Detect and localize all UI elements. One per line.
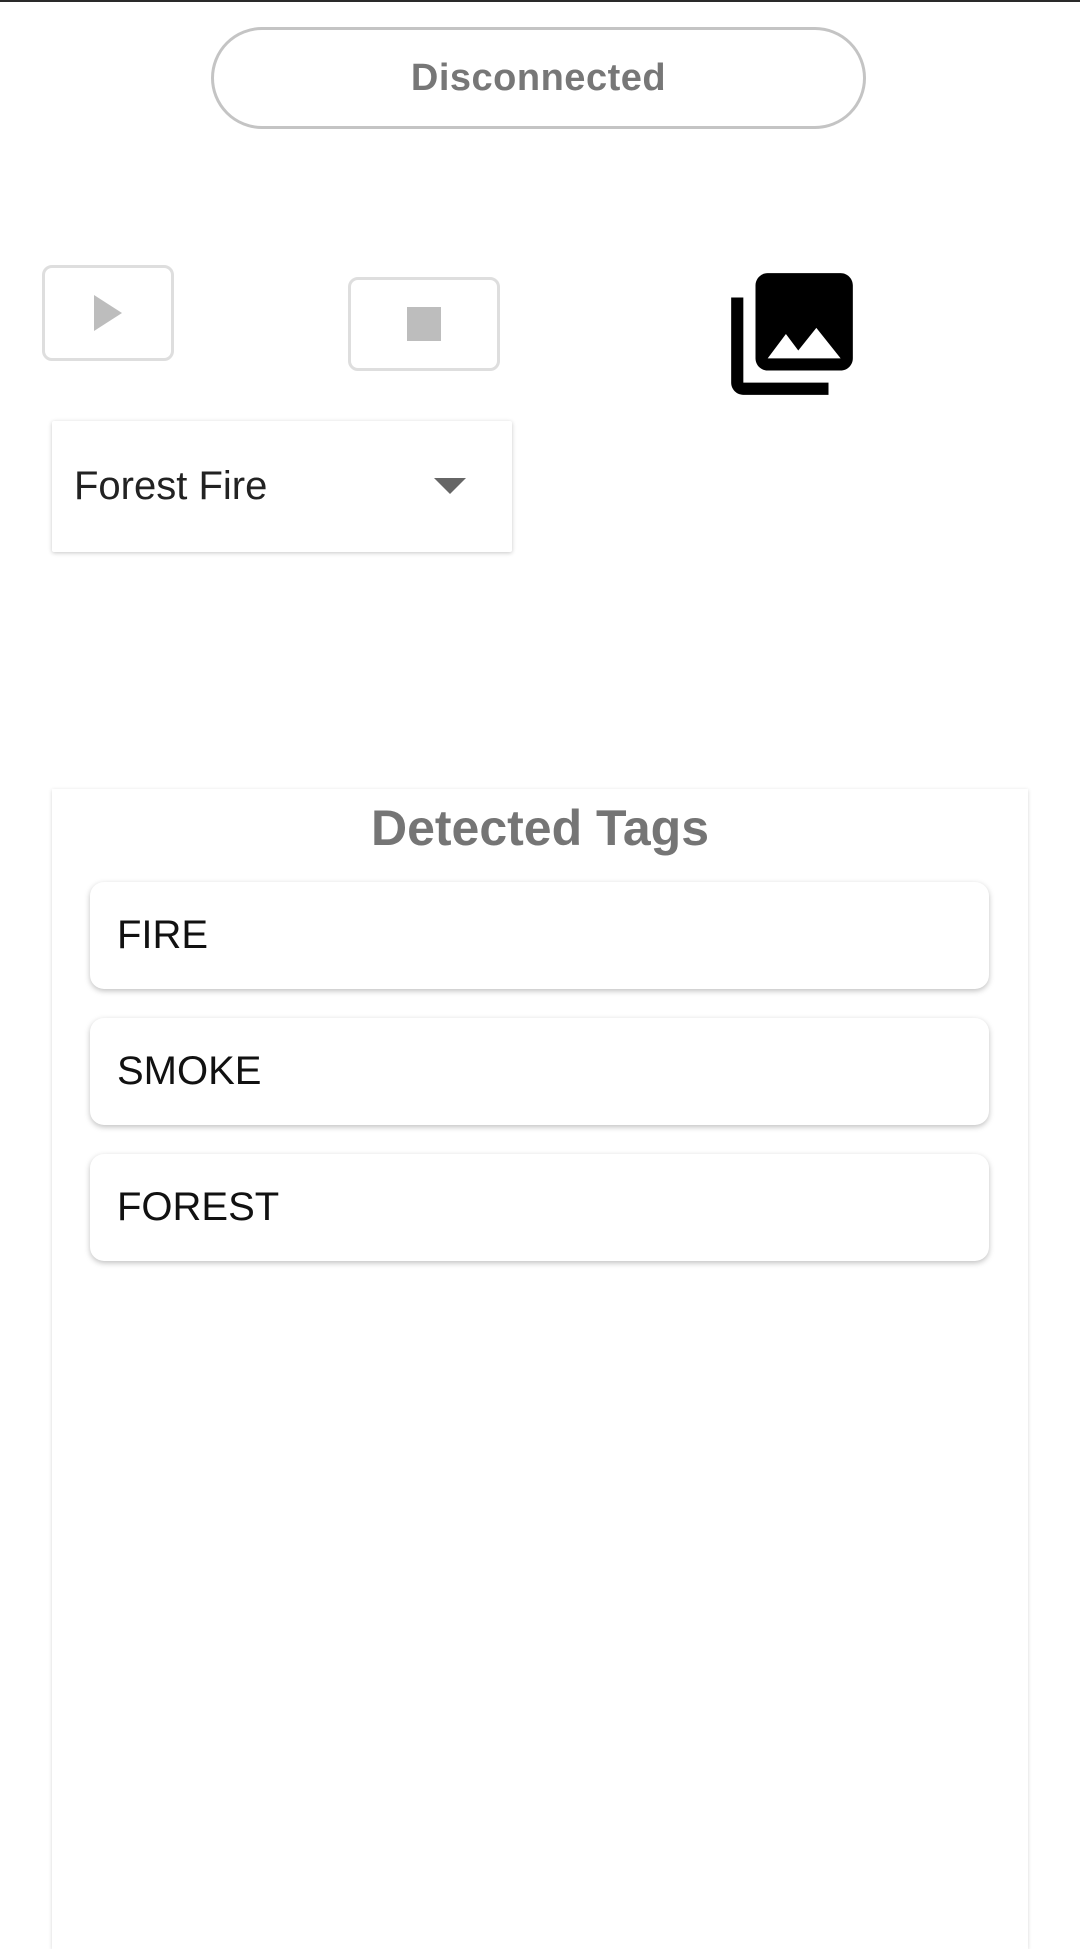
play-icon — [94, 295, 122, 331]
stop-button[interactable] — [348, 277, 500, 371]
caret-down-icon — [434, 478, 466, 494]
scene-select-value: Forest Fire — [74, 464, 268, 508]
tag-card[interactable]: SMOKE — [90, 1018, 989, 1125]
photo-library-icon — [731, 273, 853, 395]
tag-label: FIRE — [117, 913, 209, 957]
top-divider — [0, 0, 1080, 2]
connection-status-button[interactable]: Disconnected — [211, 27, 866, 129]
detected-tags-panel: Detected Tags FIRE SMOKE FOREST — [52, 789, 1028, 1949]
connection-status-label: Disconnected — [410, 56, 667, 99]
play-button[interactable] — [42, 265, 174, 361]
tag-label: FOREST — [117, 1185, 280, 1229]
gallery-button[interactable] — [716, 258, 868, 410]
stop-icon — [407, 307, 441, 341]
tag-card[interactable]: FIRE — [90, 882, 989, 989]
scene-select-dropdown[interactable]: Forest Fire — [52, 421, 512, 552]
tag-card[interactable]: FOREST — [90, 1154, 989, 1261]
detected-tags-title: Detected Tags — [370, 800, 710, 856]
tag-label: SMOKE — [117, 1049, 262, 1093]
